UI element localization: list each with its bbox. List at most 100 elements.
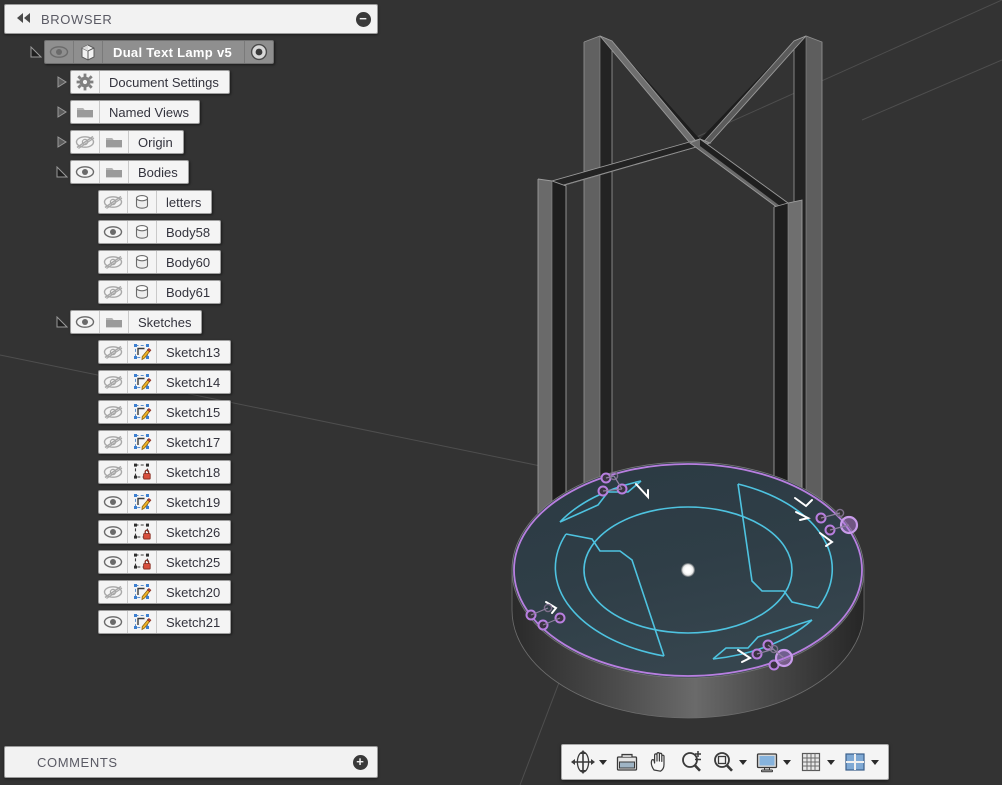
twisty-spacer (82, 490, 98, 514)
visibility-toggle[interactable] (99, 551, 128, 573)
tree-item-chip[interactable]: Sketch25 (98, 550, 232, 574)
visibility-toggle[interactable] (45, 41, 74, 63)
sketch-icon (128, 371, 157, 393)
browser-minimize-button[interactable]: − (349, 11, 377, 27)
folder-icon (100, 131, 129, 153)
visibility-toggle[interactable] (99, 581, 128, 603)
visibility-toggle[interactable] (99, 401, 128, 423)
chevron-down-icon[interactable] (825, 759, 837, 765)
twisty-open-icon[interactable] (28, 40, 44, 64)
zoom-tool[interactable] (675, 747, 707, 777)
twisty-open-icon[interactable] (54, 310, 70, 334)
tree-item-chip[interactable]: Sketches (70, 310, 203, 334)
visibility-toggle[interactable] (71, 161, 100, 183)
twisty-closed-icon[interactable] (54, 100, 70, 124)
pan-tool[interactable] (643, 747, 675, 777)
activate-component-button[interactable] (244, 41, 273, 63)
tree-row[interactable]: Named Views (4, 100, 378, 124)
tree-row[interactable]: Sketch20 (4, 580, 378, 604)
zoom-magnifier-icon[interactable] (677, 748, 705, 776)
tree-item-chip[interactable]: letters (98, 190, 213, 214)
chevron-down-icon[interactable] (737, 759, 749, 765)
display-settings[interactable] (751, 747, 795, 777)
grid-snaps[interactable] (795, 747, 839, 777)
tree-item-chip[interactable]: Sketch15 (98, 400, 232, 424)
orbit-icon[interactable] (569, 748, 597, 776)
visibility-toggle[interactable] (99, 611, 128, 633)
body-icon (128, 221, 157, 243)
visibility-toggle[interactable] (99, 521, 128, 543)
pan-hand-icon[interactable] (645, 748, 673, 776)
orbit-tool[interactable] (567, 747, 611, 777)
visibility-toggle[interactable] (99, 431, 128, 453)
twisty-closed-icon[interactable] (54, 70, 70, 94)
visibility-toggle[interactable] (99, 251, 128, 273)
visibility-toggle[interactable] (99, 191, 128, 213)
tree-item-chip[interactable]: Sketch13 (98, 340, 232, 364)
tree-row[interactable]: Bodies (4, 160, 378, 184)
tree-item-chip[interactable]: Sketch14 (98, 370, 232, 394)
tree-item-chip[interactable]: Sketch18 (98, 460, 232, 484)
tree-item-label: Sketch26 (166, 524, 221, 540)
visibility-toggle[interactable] (71, 131, 100, 153)
double-left-arrow-icon[interactable] (5, 12, 39, 26)
visibility-toggle[interactable] (99, 281, 128, 303)
folder-icon (100, 311, 129, 333)
tree-row[interactable]: Sketch15 (4, 400, 378, 424)
tree-row[interactable]: Sketch21 (4, 610, 378, 634)
tree-row-root-component[interactable]: Dual Text Lamp v5 (4, 40, 378, 64)
tree-row[interactable]: Body61 (4, 280, 378, 304)
folder-icon (100, 161, 129, 183)
tree-row[interactable]: Sketch25 (4, 550, 378, 574)
tree-row[interactable]: Sketch13 (4, 340, 378, 364)
twisty-closed-icon[interactable] (54, 130, 70, 154)
comments-panel[interactable]: COMMENTS + (4, 746, 378, 778)
tree-item-chip[interactable]: Body61 (98, 280, 222, 304)
tree-item-chip[interactable]: Sketch20 (98, 580, 232, 604)
tree-row[interactable]: Sketch19 (4, 490, 378, 514)
tree-row[interactable]: Document Settings (4, 70, 378, 94)
tree-item-chip[interactable]: Sketch21 (98, 610, 232, 634)
tree-row[interactable]: letters (4, 190, 378, 214)
tree-row[interactable]: Sketch18 (4, 460, 378, 484)
viewport-layout-icon[interactable] (841, 748, 869, 776)
tree-item-chip[interactable]: Sketch17 (98, 430, 232, 454)
monitor-icon[interactable] (753, 748, 781, 776)
tree-row[interactable]: Sketch17 (4, 430, 378, 454)
browser-header: BROWSER − (4, 4, 378, 34)
chevron-down-icon[interactable] (597, 759, 609, 765)
tree-item-chip[interactable]: Sketch26 (98, 520, 232, 544)
tree-row[interactable]: Body58 (4, 220, 378, 244)
tree-row[interactable]: Sketches (4, 310, 378, 334)
root-component-chip[interactable]: Dual Text Lamp v5 (44, 40, 275, 64)
tree-row[interactable]: Body60 (4, 250, 378, 274)
add-comment-button[interactable]: + (343, 754, 377, 770)
viewports-layout[interactable] (839, 747, 883, 777)
visibility-toggle[interactable] (99, 371, 128, 393)
tree-item-chip[interactable]: Sketch19 (98, 490, 232, 514)
tree-item-label: Body60 (166, 254, 211, 270)
chevron-down-icon[interactable] (781, 759, 793, 765)
look-at-camera-icon[interactable] (613, 748, 641, 776)
zoom-fit-icon[interactable] (709, 748, 737, 776)
chevron-down-icon[interactable] (869, 759, 881, 765)
visibility-toggle[interactable] (71, 311, 100, 333)
twisty-open-icon[interactable] (54, 160, 70, 184)
tree-item-chip[interactable]: Named Views (70, 100, 200, 124)
zoom-fit-tool[interactable] (707, 747, 751, 777)
tree-item-chip[interactable]: Document Settings (70, 70, 230, 94)
tree-row[interactable]: Origin (4, 130, 378, 154)
tree-row[interactable]: Sketch14 (4, 370, 378, 394)
visibility-toggle[interactable] (99, 341, 128, 363)
visibility-toggle[interactable] (99, 221, 128, 243)
minus-circle-icon: − (355, 11, 371, 27)
tree-item-chip[interactable]: Body58 (98, 220, 222, 244)
tree-row[interactable]: Sketch26 (4, 520, 378, 544)
visibility-toggle[interactable] (99, 461, 128, 483)
tree-item-chip[interactable]: Body60 (98, 250, 222, 274)
tree-item-chip[interactable]: Origin (70, 130, 184, 154)
visibility-toggle[interactable] (99, 491, 128, 513)
tree-item-chip[interactable]: Bodies (70, 160, 189, 184)
look-at-tool[interactable] (611, 747, 643, 777)
grid-icon[interactable] (797, 748, 825, 776)
